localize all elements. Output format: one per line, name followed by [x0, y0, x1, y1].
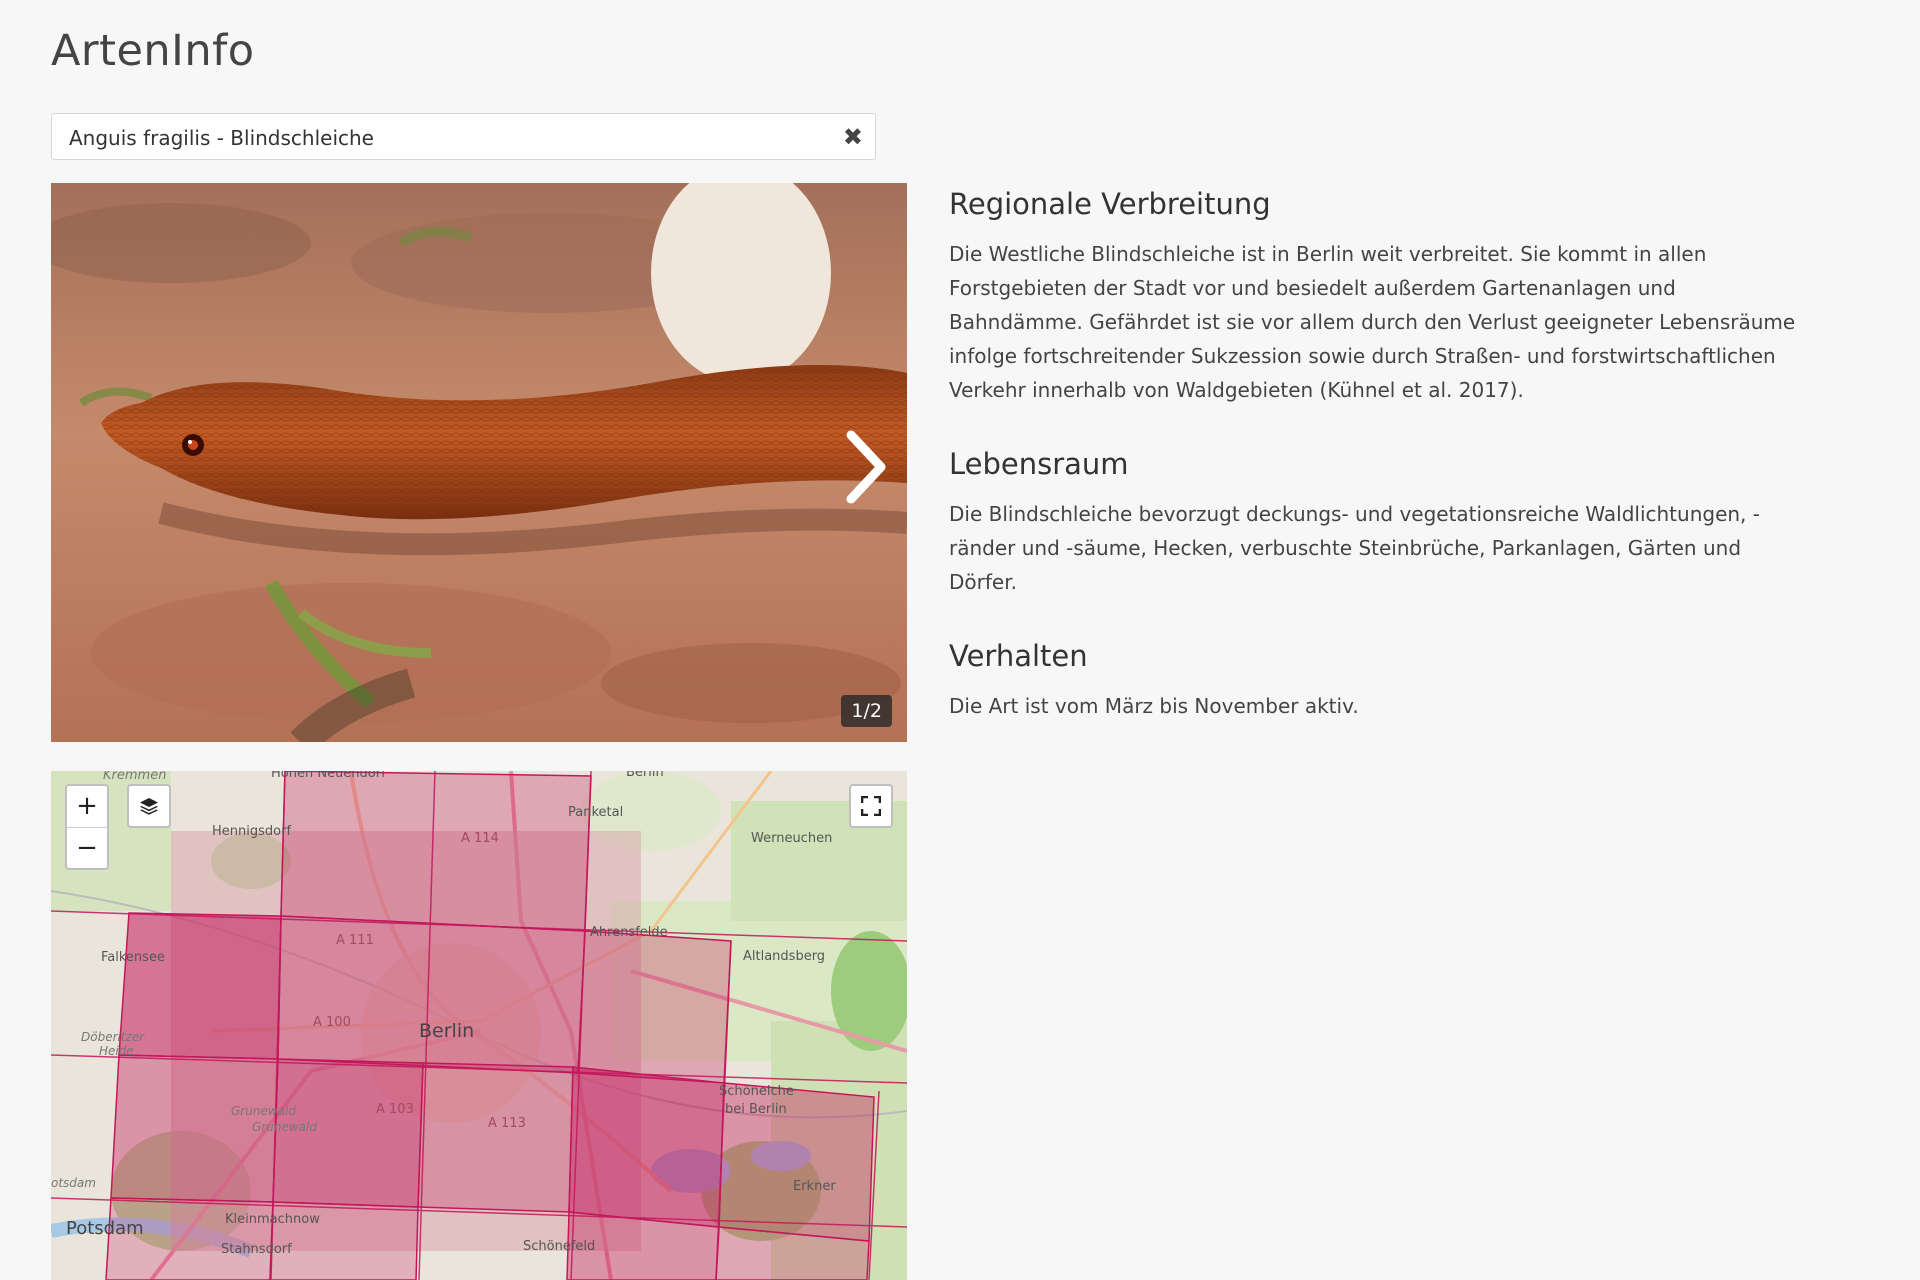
map-label: otsdam — [51, 1176, 96, 1190]
map-label: A 100 — [313, 1015, 351, 1030]
map-label: A 111 — [336, 933, 374, 948]
map-label: Erkner — [793, 1179, 836, 1194]
section-text: Die Art ist vom März bis November aktiv. — [949, 694, 1359, 718]
distribution-map[interactable]: Kremmen Hohen Neuendorf Berlin Panketal … — [51, 771, 907, 1280]
section-text: Die Blindschleiche bevorzugt deckungs- u… — [949, 502, 1760, 594]
chevron-right-icon[interactable] — [841, 427, 891, 507]
fullscreen-button[interactable] — [849, 784, 893, 828]
zoom-out-button[interactable]: − — [67, 827, 107, 869]
map-label: Döberitzer — [81, 1030, 145, 1044]
species-photo — [51, 183, 907, 742]
map-label: Altlandsberg — [743, 949, 825, 964]
clear-icon[interactable]: ✖ — [843, 123, 863, 151]
map-label: bei Berlin — [725, 1102, 787, 1117]
section-text: Die Westliche Blindschleiche ist in Berl… — [949, 242, 1796, 402]
map-label: Werneuchen — [751, 831, 832, 846]
image-gallery: 1/2 — [51, 183, 907, 742]
section-heading: Verhalten — [949, 639, 1088, 673]
map-label: Ahrensfelde — [590, 925, 668, 940]
map-label: Hohen Neuendorf — [271, 771, 386, 781]
map-tiles: Kremmen Hohen Neuendorf Berlin Panketal … — [51, 771, 907, 1280]
map-label: Grunewald — [231, 1104, 296, 1118]
map-label: Hennigsdorf — [212, 824, 291, 839]
zoom-control: + − — [65, 784, 109, 870]
map-label: A 113 — [488, 1116, 526, 1131]
map-label: Kleinmachnow — [225, 1212, 320, 1227]
layers-button[interactable] — [127, 784, 171, 828]
app-title: ArtenInfo — [51, 26, 255, 76]
map-label: Schönefeld — [523, 1239, 595, 1254]
section-heading: Regionale Verbreitung — [949, 187, 1271, 221]
map-label: Berlin — [626, 771, 664, 780]
layers-icon — [140, 798, 158, 815]
species-select-value: Anguis fragilis - Blindschleiche — [69, 126, 374, 150]
map-label: Panketal — [568, 805, 623, 820]
map-label: A 103 — [376, 1102, 414, 1117]
species-info: Regionale Verbreitung Die Westliche Blin… — [949, 187, 1809, 763]
species-select[interactable]: Anguis fragilis - Blindschleiche ✖ — [51, 113, 876, 160]
section-heading: Lebensraum — [949, 447, 1129, 481]
map-label: A 114 — [461, 831, 499, 846]
zoom-in-button[interactable]: + — [67, 786, 107, 827]
map-label: Kremmen — [103, 771, 166, 783]
map-label: Schöneiche — [719, 1084, 794, 1099]
map-label: Potsdam — [66, 1218, 144, 1239]
map-label: Heide — [99, 1044, 134, 1058]
map-label: Berlin — [419, 1020, 474, 1042]
map-label: Falkensee — [101, 950, 165, 965]
fullscreen-icon — [861, 796, 881, 816]
map-label: Stahnsdorf — [221, 1242, 292, 1257]
image-counter: 1/2 — [841, 695, 892, 727]
map-label: Grunewald — [252, 1120, 317, 1134]
